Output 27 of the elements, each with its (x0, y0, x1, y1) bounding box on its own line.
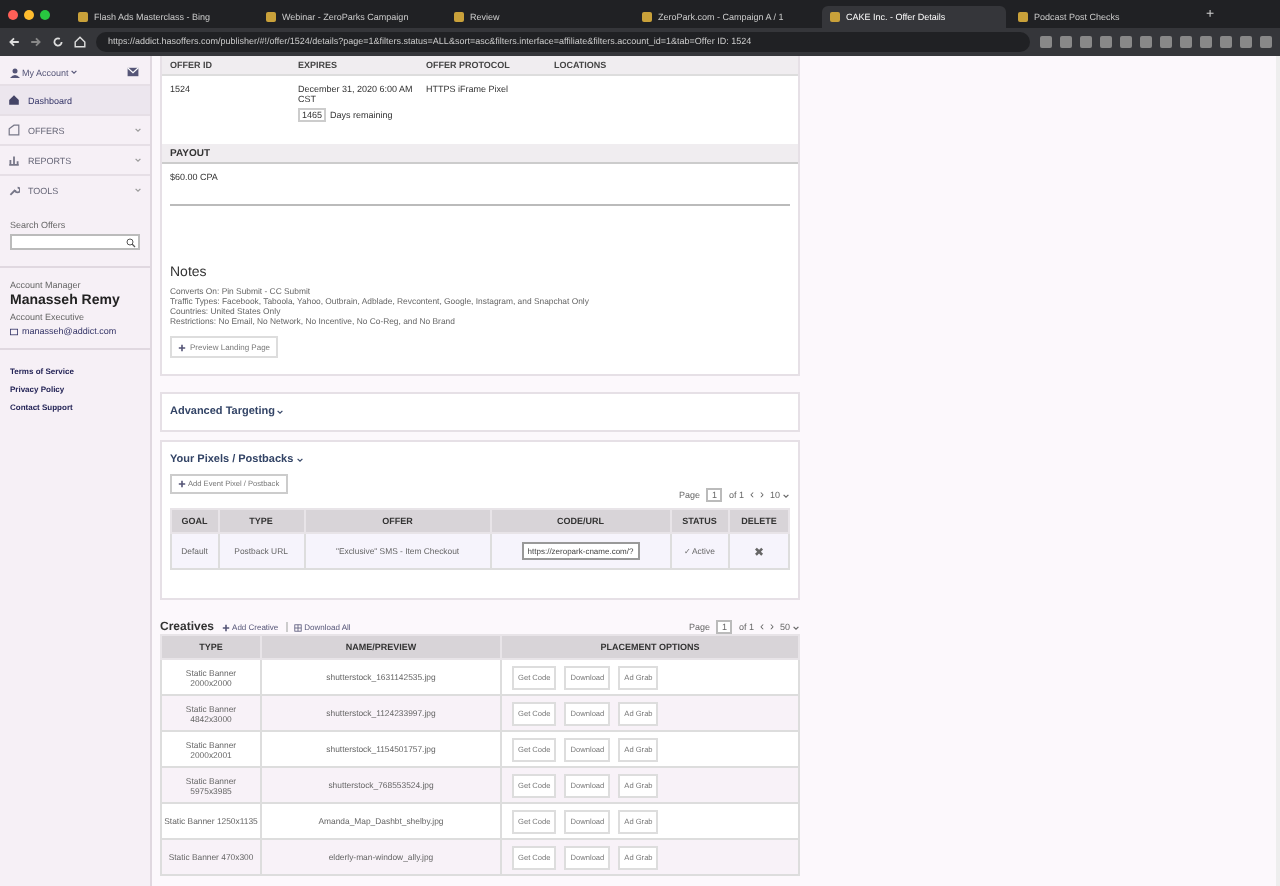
caret-icon (276, 408, 285, 416)
home-icon (8, 94, 20, 106)
caret-icon (70, 68, 79, 76)
favicon-icon (642, 12, 652, 22)
home-icon (74, 36, 86, 48)
search-icon (126, 237, 136, 247)
envelope-icon (10, 327, 18, 335)
favicon-icon (454, 12, 464, 22)
person-icon (10, 67, 20, 77)
favicon-icon (266, 12, 276, 22)
grid-icon (294, 623, 303, 631)
caret-icon (295, 456, 304, 464)
favicon-icon (78, 12, 88, 22)
caret-icon (792, 623, 800, 631)
plus-icon (178, 343, 186, 351)
chart-icon (8, 154, 20, 166)
plus-icon (178, 480, 186, 488)
tag-icon (8, 124, 20, 136)
plus-icon (222, 623, 231, 631)
back-arrow-icon (8, 36, 20, 48)
search-field[interactable] (10, 234, 140, 250)
reload-icon (52, 36, 64, 48)
envelope-icon (126, 66, 140, 78)
favicon-icon (830, 12, 840, 22)
forward-arrow-icon (30, 36, 42, 48)
caret-icon (782, 491, 790, 499)
favicon-icon (1018, 12, 1028, 22)
